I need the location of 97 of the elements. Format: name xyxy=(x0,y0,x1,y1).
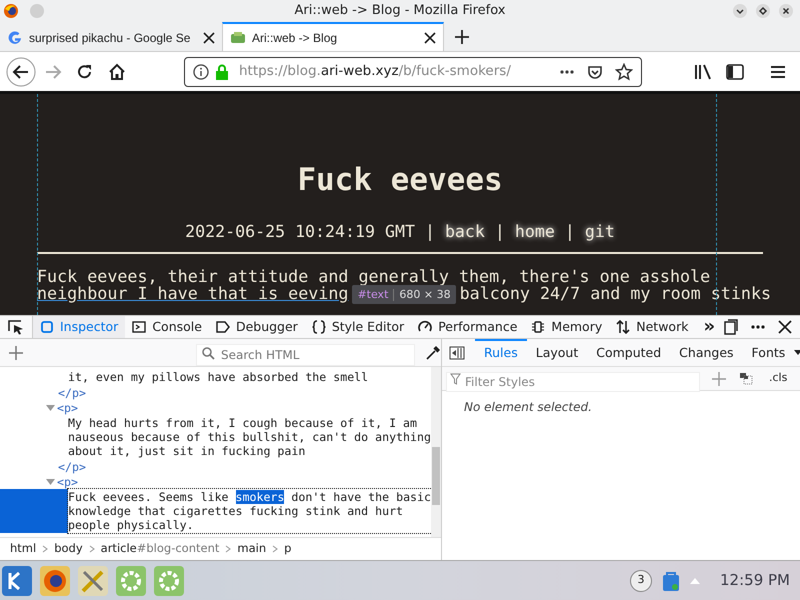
breadcrumb[interactable]: p xyxy=(284,540,292,558)
chevron-icon xyxy=(42,545,48,553)
close-icon[interactable] xyxy=(778,320,792,334)
expand-arrow-icon[interactable] xyxy=(46,478,55,486)
bag-icon[interactable] xyxy=(662,570,680,592)
menu-icon[interactable] xyxy=(770,64,786,78)
minimize-icon[interactable] xyxy=(732,3,748,19)
chevron-icon xyxy=(225,545,232,553)
console-icon xyxy=(132,320,146,334)
devtools-tab[interactable]: Network xyxy=(609,316,696,338)
chevron-icon xyxy=(88,545,95,553)
back-icon[interactable] xyxy=(6,56,36,86)
chip-icon xyxy=(531,320,546,334)
devtools-tab[interactable]: Debugger xyxy=(208,316,305,338)
sidebar-tab[interactable]: Layout xyxy=(526,339,588,366)
debugger-icon xyxy=(216,320,230,334)
expand-arrow-icon[interactable] xyxy=(46,404,55,412)
tab-title: surprised pikachu - Google Se xyxy=(29,30,192,46)
markup-tag[interactable]: <p> xyxy=(57,400,78,414)
markup-text-node[interactable]: My head hurts from it, I cough because of it, I am nauseous because of this bullshit, can't do anything about it, just sit in fucking pain xyxy=(68,415,434,459)
close-icon[interactable] xyxy=(203,32,215,44)
arrows-icon xyxy=(616,320,630,334)
maximize-icon[interactable] xyxy=(755,3,771,19)
page-title: Fuck eevees xyxy=(297,161,503,200)
post-date: 2022-06-25 10:24:19 GMT xyxy=(185,221,415,243)
chevron-icon xyxy=(272,545,278,553)
site-icon xyxy=(230,30,246,46)
sidebar-icon[interactable] xyxy=(726,64,744,80)
sidebar-tab[interactable]: Computed xyxy=(587,339,670,366)
filter-icon xyxy=(450,372,461,384)
eyedropper-icon[interactable] xyxy=(425,344,441,360)
info-icon[interactable] xyxy=(193,64,209,80)
window-title: Ari::web -> Blog - Mozilla Firefox xyxy=(294,2,506,20)
pane-toggle-icon[interactable] xyxy=(449,346,465,360)
paragraph-text: neighbour I have that is eeving xyxy=(37,285,348,304)
add-rule-icon[interactable] xyxy=(712,372,726,386)
separator-text: | xyxy=(564,221,576,243)
devtools-tab[interactable]: Style Editor xyxy=(304,316,412,338)
bookmark-star-icon[interactable] xyxy=(615,62,633,80)
class-toggle-button[interactable]: .cls xyxy=(769,370,788,387)
dropdown-arrow-icon[interactable] xyxy=(794,350,800,356)
home-icon[interactable] xyxy=(108,62,126,80)
nav-link[interactable]: home xyxy=(514,220,555,244)
separator-text: | xyxy=(494,221,506,243)
breadcrumb[interactable]: body xyxy=(54,540,83,558)
markup-tag[interactable]: </p> xyxy=(58,460,86,474)
devtools-tab[interactable]: Performance xyxy=(411,316,524,338)
browser-tab[interactable]: surprised pikachu - Google Se xyxy=(0,22,222,51)
clock: 12:59 PM xyxy=(720,570,790,592)
filter-field[interactable]: Filter Styles xyxy=(446,372,700,392)
new-tab-icon[interactable] xyxy=(454,28,470,44)
devtools-tab[interactable]: Inspector xyxy=(33,316,126,338)
print-simulation-icon[interactable] xyxy=(739,372,755,386)
tools-icon[interactable] xyxy=(78,566,108,596)
firefox-icon[interactable] xyxy=(40,566,70,596)
tab-title: Ari::web -> Blog xyxy=(252,30,338,46)
braces-icon xyxy=(312,320,326,334)
close-icon[interactable] xyxy=(778,3,794,19)
sidebar-tab[interactable]: Changes xyxy=(670,339,743,366)
overflow-button[interactable]: » xyxy=(703,318,716,336)
url-text: https://blog.ari-web.xyz/b/fuck-smokers/ xyxy=(239,62,511,82)
responsive-mode-icon[interactable] xyxy=(722,319,738,335)
search-engine-icon xyxy=(7,30,23,46)
tooltip-size: 680 × 38 xyxy=(399,287,451,303)
search-icon xyxy=(202,346,215,360)
browser-tab[interactable]: Ari::web -> Blog xyxy=(222,22,444,51)
inspector-icon xyxy=(40,320,54,334)
markup-tag[interactable]: </p> xyxy=(58,386,86,400)
firefox-icon xyxy=(3,3,19,19)
tooltip-node-name: #text xyxy=(357,287,388,303)
library-icon[interactable] xyxy=(694,64,712,80)
markup-text-node[interactable]: it, even my pillows have absorbed the smell xyxy=(68,369,434,385)
paragraph-text: Fuck eevees, their attitude and generally them, there's one asshole xyxy=(37,268,712,285)
search-field[interactable]: Search HTML xyxy=(196,344,415,366)
close-icon[interactable] xyxy=(424,32,436,44)
devtools-tab[interactable]: Memory xyxy=(524,316,610,338)
pocket-icon[interactable] xyxy=(587,64,603,80)
lock-icon xyxy=(215,64,229,80)
reload-icon[interactable] xyxy=(76,62,94,80)
gauge-icon xyxy=(418,320,432,334)
sidebar-tab[interactable]: Fonts xyxy=(742,339,794,366)
breadcrumb[interactable]: html xyxy=(10,540,36,558)
nav-link[interactable]: git xyxy=(584,220,615,244)
launcher-icon[interactable] xyxy=(2,566,32,596)
breadcrumb[interactable]: article#blog-content xyxy=(100,540,220,558)
scrollbar-thumb[interactable] xyxy=(432,447,440,505)
markup-tag[interactable]: <p> xyxy=(57,474,78,488)
element-picker-icon[interactable] xyxy=(8,319,24,335)
breadcrumb[interactable]: main xyxy=(237,540,266,558)
empty-message: No element selected. xyxy=(464,399,593,416)
add-node-icon[interactable] xyxy=(8,344,24,360)
notification-badge[interactable]: 3 xyxy=(630,570,652,592)
address-bar[interactable]: https://blog.ari-web.xyz/b/fuck-smokers/ xyxy=(184,56,642,86)
nav-link[interactable]: back xyxy=(444,220,485,244)
separator-text: | xyxy=(424,221,436,243)
paragraph-text: balcony 24/7 and my room stinks xyxy=(460,285,772,304)
devtools-tab[interactable]: Console xyxy=(125,316,209,338)
